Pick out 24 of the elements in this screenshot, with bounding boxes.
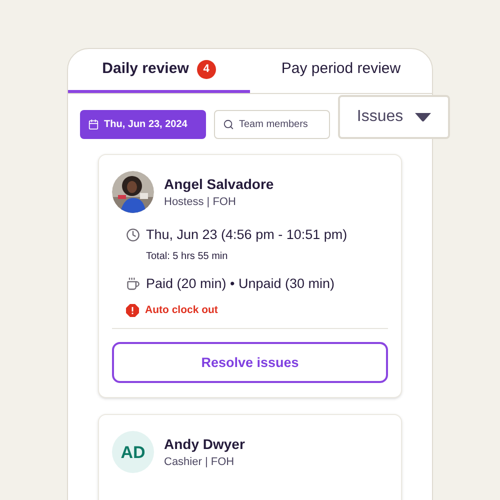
- employee-name: Angel Salvadore: [164, 175, 274, 194]
- tab[interactable]: Pay period review: [250, 49, 432, 93]
- employee-name: Andy Dwyer: [164, 435, 245, 454]
- search-field[interactable]: Team members: [214, 110, 330, 138]
- shift-time: Thu, Jun 23 (4:56 pm - 10:51 pm): [146, 226, 348, 244]
- clock-icon: [126, 228, 140, 242]
- avatar-initials: AD: [112, 431, 154, 474]
- calendar-icon: [88, 118, 99, 130]
- tab[interactable]: Daily review 4: [68, 49, 250, 93]
- caret-icon: [415, 112, 432, 122]
- break-times: Paid (20 min) • Unpaid (30 min): [146, 275, 335, 294]
- date-button[interactable]: Thu, Jun 23, 2024: [80, 110, 206, 138]
- issue-label: Auto clock out: [145, 302, 218, 318]
- search-icon: [223, 118, 234, 130]
- employee-role: Hostess | FOH: [164, 195, 237, 210]
- tab-label: Pay period review: [281, 59, 401, 80]
- tab-label: Daily review: [102, 59, 189, 80]
- total-time: Total: 5 hrs 55 min: [146, 250, 228, 264]
- employee-role: Cashier | FOH: [164, 455, 236, 470]
- count-badge: 4: [196, 60, 216, 79]
- coffee-icon: [126, 277, 140, 292]
- alert-icon: [126, 304, 139, 317]
- issues-dropdown[interactable]: Issues: [338, 95, 450, 139]
- resolve-button[interactable]: Resolve issues: [112, 342, 388, 384]
